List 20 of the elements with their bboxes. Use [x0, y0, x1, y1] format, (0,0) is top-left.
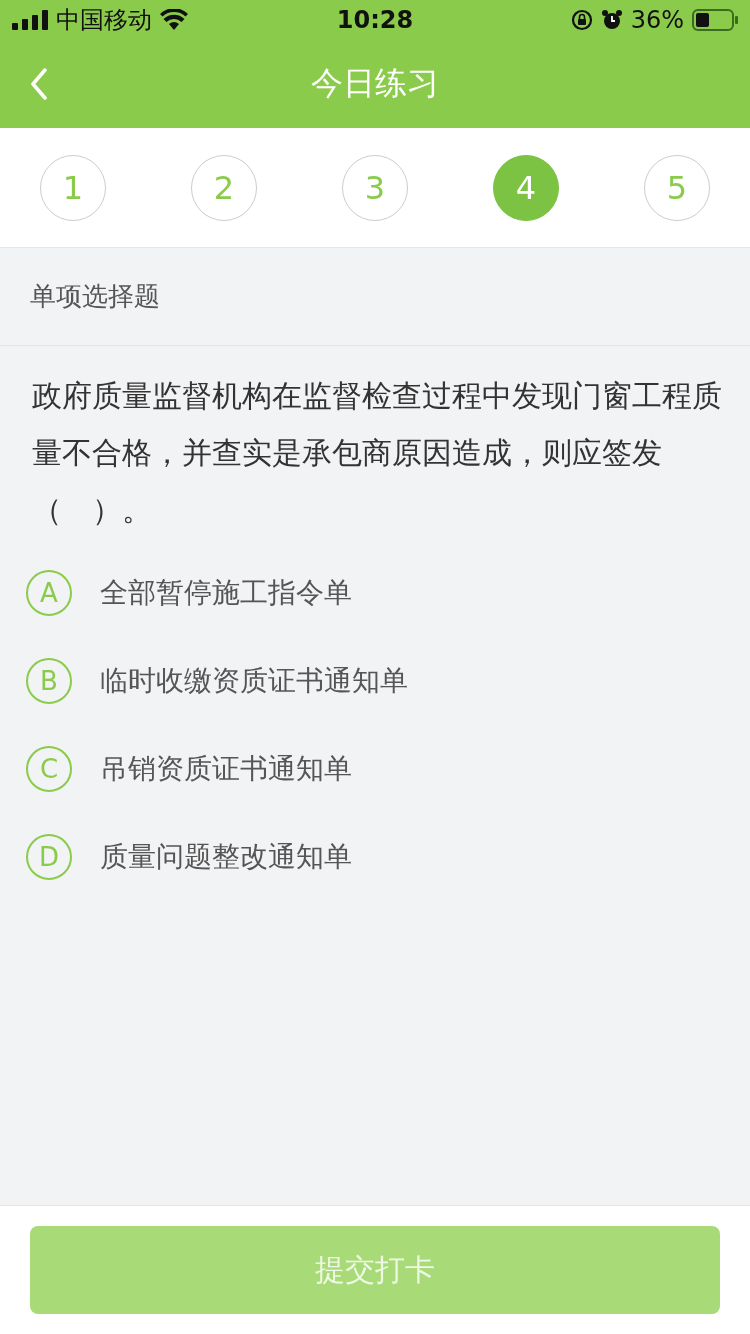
alarm-clock-icon	[600, 9, 623, 31]
rotation-lock-icon	[570, 9, 593, 31]
question-number-tab[interactable]: 2	[191, 154, 257, 221]
signal-icon	[12, 10, 48, 30]
question-number-tab[interactable]: 5	[644, 154, 710, 221]
question-number-tab[interactable]: 1	[40, 154, 106, 221]
status-time: 10:28	[336, 6, 414, 34]
question-text: 政府质量监督机构在监督检查过程中发现门窗工程质量不合格，并查实是承包商原因造成，则应签发（ ）。	[32, 378, 723, 529]
answer-option[interactable]: B 临时收缴资质证书通知单	[26, 637, 408, 725]
battery-percent: 36%	[630, 6, 684, 34]
page-title: 今日练习	[310, 63, 440, 104]
wifi-icon	[160, 9, 188, 31]
battery-icon	[692, 9, 738, 31]
answer-option[interactable]: C 吊销资质证书通知单	[26, 725, 352, 813]
question-number-tab[interactable]: 4	[493, 154, 559, 221]
carrier-name: 中国移动	[56, 5, 152, 36]
question-type: 单项选择题	[30, 280, 160, 313]
question-number-tab[interactable]: 3	[342, 154, 408, 221]
answer-option[interactable]: D 质量问题整改通知单	[26, 813, 352, 901]
answer-option[interactable]: A 全部暂停施工指令单	[26, 549, 352, 637]
